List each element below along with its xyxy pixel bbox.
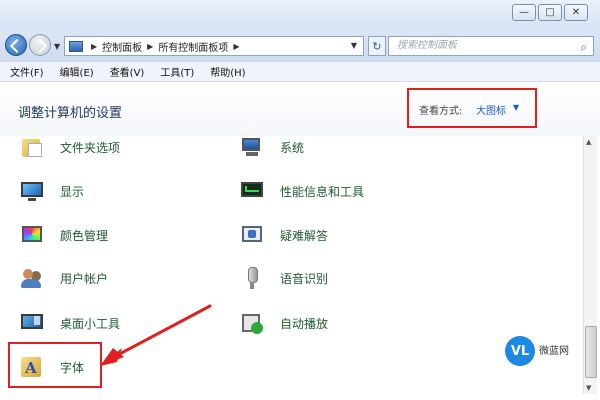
refresh-button[interactable]: ↻ — [368, 36, 386, 56]
menu-bar: 文件(F) 编辑(E) 查看(V) 工具(T) 帮助(H) — [0, 62, 600, 82]
item-folder-options[interactable]: 文件夹选项 — [20, 132, 120, 162]
search-icon[interactable]: ⌕ — [580, 38, 587, 56]
item-label: 桌面小工具 — [60, 316, 121, 331]
address-dropdown-icon[interactable]: ▼ — [351, 41, 357, 50]
item-performance-tools[interactable]: 性能信息和工具 — [240, 176, 364, 206]
maximize-button[interactable]: □ — [538, 4, 562, 21]
item-label: 文件夹选项 — [60, 140, 121, 155]
page-title: 调整计算机的设置 — [18, 106, 123, 121]
system-icon — [240, 135, 264, 159]
recent-pages-chevron-icon[interactable]: ▼ — [54, 42, 60, 51]
troubleshooting-icon — [240, 223, 264, 247]
watermark-logo: VL — [505, 336, 535, 366]
control-panel-icon — [69, 40, 83, 52]
search-input[interactable]: 搜索控制面板 ⌕ — [388, 36, 594, 56]
title-bar: — □ ✕ — [0, 0, 600, 30]
navigation-bar: ▼ ▶ 控制面板 ▶ 所有控制面板项 ▶ ▼ ↻ 搜索控制面板 ⌕ — [0, 30, 600, 62]
item-label: 性能信息和工具 — [280, 184, 365, 199]
desktop-gadgets-icon — [20, 311, 44, 335]
folder-options-icon — [20, 135, 44, 159]
color-management-icon — [20, 223, 44, 247]
item-display[interactable]: 显示 — [20, 176, 84, 206]
fonts-highlight — [8, 342, 102, 388]
breadcrumb-control-panel[interactable]: 控制面板 — [102, 39, 142, 54]
breadcrumb-separator-icon[interactable]: ▶ — [147, 42, 153, 51]
item-label: 用户帐户 — [60, 271, 109, 286]
watermark-text: 微蓝网 — [539, 346, 569, 357]
item-user-accounts[interactable]: 用户帐户 — [20, 263, 108, 293]
autoplay-icon — [240, 311, 264, 335]
watermark-name: 微蓝网 — [539, 345, 569, 357]
item-label: 自动播放 — [280, 316, 329, 331]
display-icon — [20, 179, 44, 203]
minimize-button[interactable]: — — [512, 4, 536, 21]
item-label: 颜色管理 — [60, 228, 109, 243]
performance-icon — [240, 179, 264, 203]
user-accounts-icon — [20, 266, 44, 290]
item-label: 显示 — [60, 184, 85, 199]
watermark: VL 微蓝网 — [505, 336, 569, 366]
item-autoplay[interactable]: 自动播放 — [240, 308, 328, 338]
item-label: 系统 — [280, 140, 305, 155]
back-button[interactable] — [5, 34, 27, 56]
address-bar[interactable]: ▶ 控制面板 ▶ 所有控制面板项 ▶ ▼ — [64, 36, 364, 56]
menu-view[interactable]: 查看(V) — [110, 64, 145, 79]
view-mode-label: 查看方式: — [419, 106, 463, 117]
forward-button[interactable] — [29, 34, 51, 56]
window-controls: — □ ✕ — [512, 4, 588, 21]
breadcrumb-separator-icon[interactable]: ▶ — [91, 42, 97, 51]
close-button[interactable]: ✕ — [564, 4, 588, 21]
menu-tools[interactable]: 工具(T) — [160, 64, 194, 79]
view-mode-dropdown-icon[interactable]: ▼ — [513, 103, 519, 112]
menu-help[interactable]: 帮助(H) — [210, 64, 245, 79]
vertical-scrollbar[interactable]: ▲ ▼ — [583, 136, 597, 394]
scroll-up-icon[interactable]: ▲ — [586, 138, 591, 146]
refresh-icon: ↻ — [372, 39, 382, 53]
item-troubleshooting[interactable]: 疑难解答 — [240, 220, 328, 250]
item-system[interactable]: 系统 — [240, 132, 304, 162]
breadcrumb-separator-icon[interactable]: ▶ — [233, 42, 239, 51]
breadcrumb-all-items[interactable]: 所有控制面板项 — [158, 39, 228, 54]
item-color-management[interactable]: 颜色管理 — [20, 220, 108, 250]
microphone-icon — [240, 266, 264, 290]
item-label: 语音识别 — [280, 271, 329, 286]
search-placeholder: 搜索控制面板 — [397, 40, 457, 51]
control-panel-window: — □ ✕ ▼ ▶ 控制面板 ▶ 所有控制面板项 ▶ ▼ ↻ 搜索控制面板 ⌕ … — [0, 0, 600, 400]
item-speech-recognition[interactable]: 语音识别 — [240, 263, 328, 293]
view-mode-selector[interactable]: 大图标 — [476, 102, 506, 117]
menu-edit[interactable]: 编辑(E) — [60, 64, 94, 79]
menu-file[interactable]: 文件(F) — [10, 64, 44, 79]
scroll-thumb[interactable] — [585, 326, 597, 378]
item-desktop-gadgets[interactable]: 桌面小工具 — [20, 308, 120, 338]
item-label: 疑难解答 — [280, 228, 329, 243]
scroll-down-icon[interactable]: ▼ — [586, 384, 591, 392]
